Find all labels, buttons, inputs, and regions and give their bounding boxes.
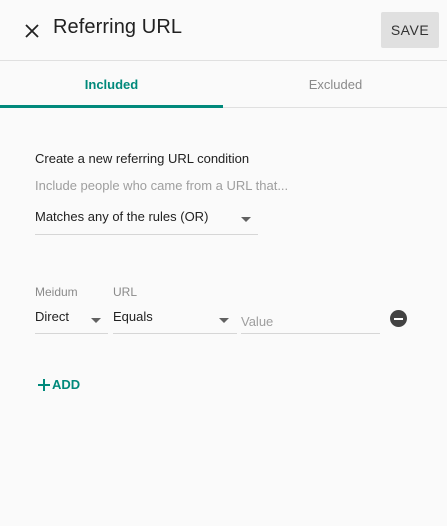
chevron-down-icon — [219, 318, 229, 323]
medium-value: Direct — [35, 309, 69, 324]
url-label: URL — [113, 285, 138, 299]
save-button[interactable]: SAVE — [381, 12, 439, 48]
add-rule-button[interactable]: ADD — [38, 374, 80, 394]
condition-title: Create a new referring URL condition — [35, 151, 250, 166]
medium-select[interactable]: Direct — [35, 306, 108, 334]
plus-icon — [38, 378, 50, 391]
chevron-down-icon — [241, 217, 251, 222]
condition-subtitle: Include people who came from a URL that.… — [35, 178, 289, 193]
match-mode-select[interactable]: Matches any of the rules (OR) — [35, 205, 258, 235]
medium-label: Meidum — [35, 285, 78, 299]
chevron-down-icon — [91, 318, 101, 323]
page-title: Referring URL — [53, 16, 183, 38]
match-mode-value: Matches any of the rules (OR) — [35, 209, 209, 224]
tab-excluded[interactable]: Excluded — [224, 61, 447, 108]
url-operator-value: Equals — [113, 309, 153, 324]
tab-bar: Included Excluded — [0, 61, 447, 108]
close-icon[interactable] — [22, 21, 42, 41]
active-tab-indicator — [0, 105, 223, 108]
url-operator-select[interactable]: Equals — [113, 306, 237, 334]
dialog-header: Referring URL SAVE — [0, 0, 447, 60]
add-rule-label: ADD — [52, 376, 81, 392]
remove-circle-icon[interactable] — [390, 310, 407, 327]
value-input[interactable] — [241, 309, 380, 334]
tab-included[interactable]: Included — [0, 61, 223, 108]
